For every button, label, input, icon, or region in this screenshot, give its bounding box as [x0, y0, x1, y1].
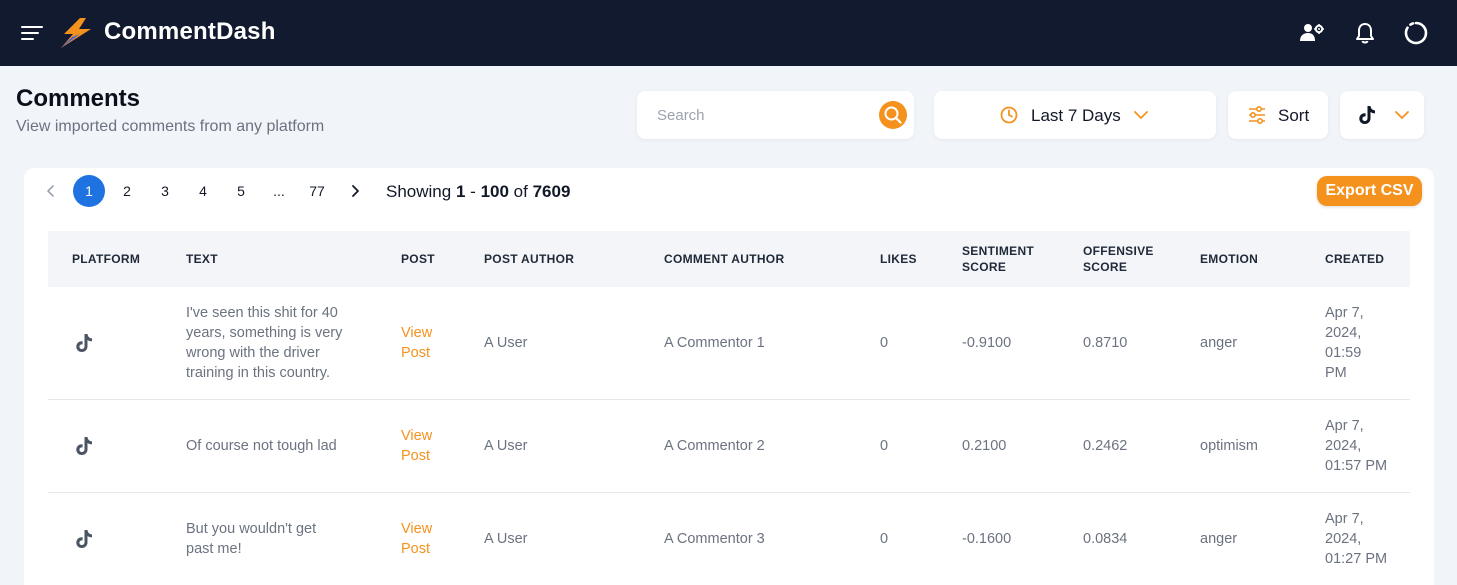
- page-2-button[interactable]: 2: [111, 175, 143, 207]
- hamburger-menu-icon[interactable]: [21, 24, 43, 42]
- tiktok-icon: [76, 530, 92, 548]
- platform-select[interactable]: [1340, 91, 1424, 139]
- sort-button[interactable]: Sort: [1228, 91, 1328, 139]
- tiktok-icon: [76, 437, 92, 455]
- search-input[interactable]: [637, 91, 877, 139]
- post-author: A User: [484, 531, 528, 547]
- results-count: Showing 1 - 100 of 7609: [386, 182, 571, 201]
- likes-count: 0: [880, 531, 889, 547]
- search-icon: [884, 106, 902, 124]
- search-box: [637, 91, 914, 139]
- likes-count: 0: [880, 438, 889, 454]
- bell-icon[interactable]: [1352, 20, 1378, 46]
- comment-author: A Commentor 1: [664, 335, 765, 351]
- table-header: PLATFORM TEXT POST POST AUTHOR COMMENT A…: [48, 231, 1410, 287]
- view-post-link[interactable]: View Post: [401, 323, 432, 363]
- emotion: anger: [1200, 531, 1238, 547]
- chevron-down-icon: [1395, 111, 1409, 119]
- export-csv-button[interactable]: Export CSV: [1317, 176, 1422, 206]
- column-created[interactable]: CREATED: [1325, 251, 1384, 267]
- column-post-author[interactable]: POST AUTHOR: [484, 251, 574, 267]
- offensive-score: 0.0834: [1083, 531, 1128, 547]
- top-navigation-bar: CommentDash: [0, 0, 1457, 66]
- table-row[interactable]: But you wouldn't get past me! View Post A …: [48, 493, 1410, 585]
- tiktok-icon: [76, 334, 92, 352]
- offensive-score: 0.2462: [1083, 438, 1128, 454]
- lightning-logo-icon: [61, 18, 91, 48]
- comment-text: But you wouldn't get past me!: [186, 521, 317, 557]
- comment-author: A Commentor 2: [664, 438, 765, 454]
- emotion: anger: [1200, 335, 1238, 351]
- sliders-icon: [1249, 105, 1265, 125]
- comment-text: I've seen this shit for 40 years, somethi…: [186, 305, 343, 381]
- sentiment-score: -0.1600: [962, 531, 1012, 547]
- page-title: Comments: [16, 85, 141, 112]
- column-platform[interactable]: PLATFORM: [72, 251, 140, 267]
- clock-icon: [1000, 106, 1018, 124]
- table-row[interactable]: I've seen this shit for 40 years, somethi…: [48, 287, 1410, 400]
- page-3-button[interactable]: 3: [149, 175, 181, 207]
- column-offensive-score[interactable]: OFFENSIVE SCORE: [1083, 243, 1154, 275]
- column-comment-author[interactable]: COMMENT AUTHOR: [664, 251, 784, 267]
- search-button[interactable]: [879, 101, 907, 129]
- emotion: optimism: [1200, 438, 1259, 454]
- view-post-link[interactable]: View Post: [401, 519, 432, 559]
- page-subtitle: View imported comments from any platform: [16, 118, 325, 135]
- chevron-right-icon[interactable]: [345, 181, 365, 201]
- column-post[interactable]: POST: [401, 251, 435, 267]
- likes-count: 0: [880, 335, 889, 351]
- created-date: Apr 7, 2024, 01:59 PM: [1325, 305, 1364, 381]
- comment-text: Of course not tough lad: [186, 438, 337, 454]
- column-likes[interactable]: LIKES: [880, 251, 917, 267]
- sentiment-score: -0.9100: [962, 335, 1012, 351]
- column-sentiment-score[interactable]: SENTIMENT SCORE: [962, 243, 1034, 275]
- page-77-button[interactable]: 77: [301, 175, 333, 207]
- brand-name[interactable]: CommentDash: [104, 18, 276, 46]
- page-4-button[interactable]: 4: [187, 175, 219, 207]
- chevron-down-icon: [1134, 111, 1148, 119]
- loading-circle-icon[interactable]: [1403, 20, 1429, 46]
- table-row[interactable]: Of course not tough lad View Post A User …: [48, 400, 1410, 493]
- offensive-score: 0.8710: [1083, 335, 1128, 351]
- post-author: A User: [484, 335, 528, 351]
- date-range-select[interactable]: Last 7 Days: [934, 91, 1216, 139]
- comment-author: A Commentor 3: [664, 531, 765, 547]
- tiktok-icon: [1359, 106, 1375, 124]
- column-text[interactable]: TEXT: [186, 251, 218, 267]
- date-range-label: Last 7 Days: [1031, 106, 1121, 125]
- column-emotion[interactable]: EMOTION: [1200, 251, 1258, 267]
- user-settings-icon[interactable]: [1299, 20, 1325, 46]
- page-1-button[interactable]: 1: [73, 175, 105, 207]
- chevron-left-icon[interactable]: [41, 181, 61, 201]
- sort-label: Sort: [1278, 106, 1310, 125]
- view-post-link[interactable]: View Post: [401, 426, 432, 466]
- sentiment-score: 0.2100: [962, 438, 1007, 454]
- post-author: A User: [484, 438, 528, 454]
- page-5-button[interactable]: 5: [225, 175, 257, 207]
- created-date: Apr 7, 2024, 01:57 PM: [1325, 418, 1388, 474]
- created-date: Apr 7, 2024, 01:27 PM: [1325, 511, 1388, 567]
- page-ellipsis: ...: [273, 183, 285, 199]
